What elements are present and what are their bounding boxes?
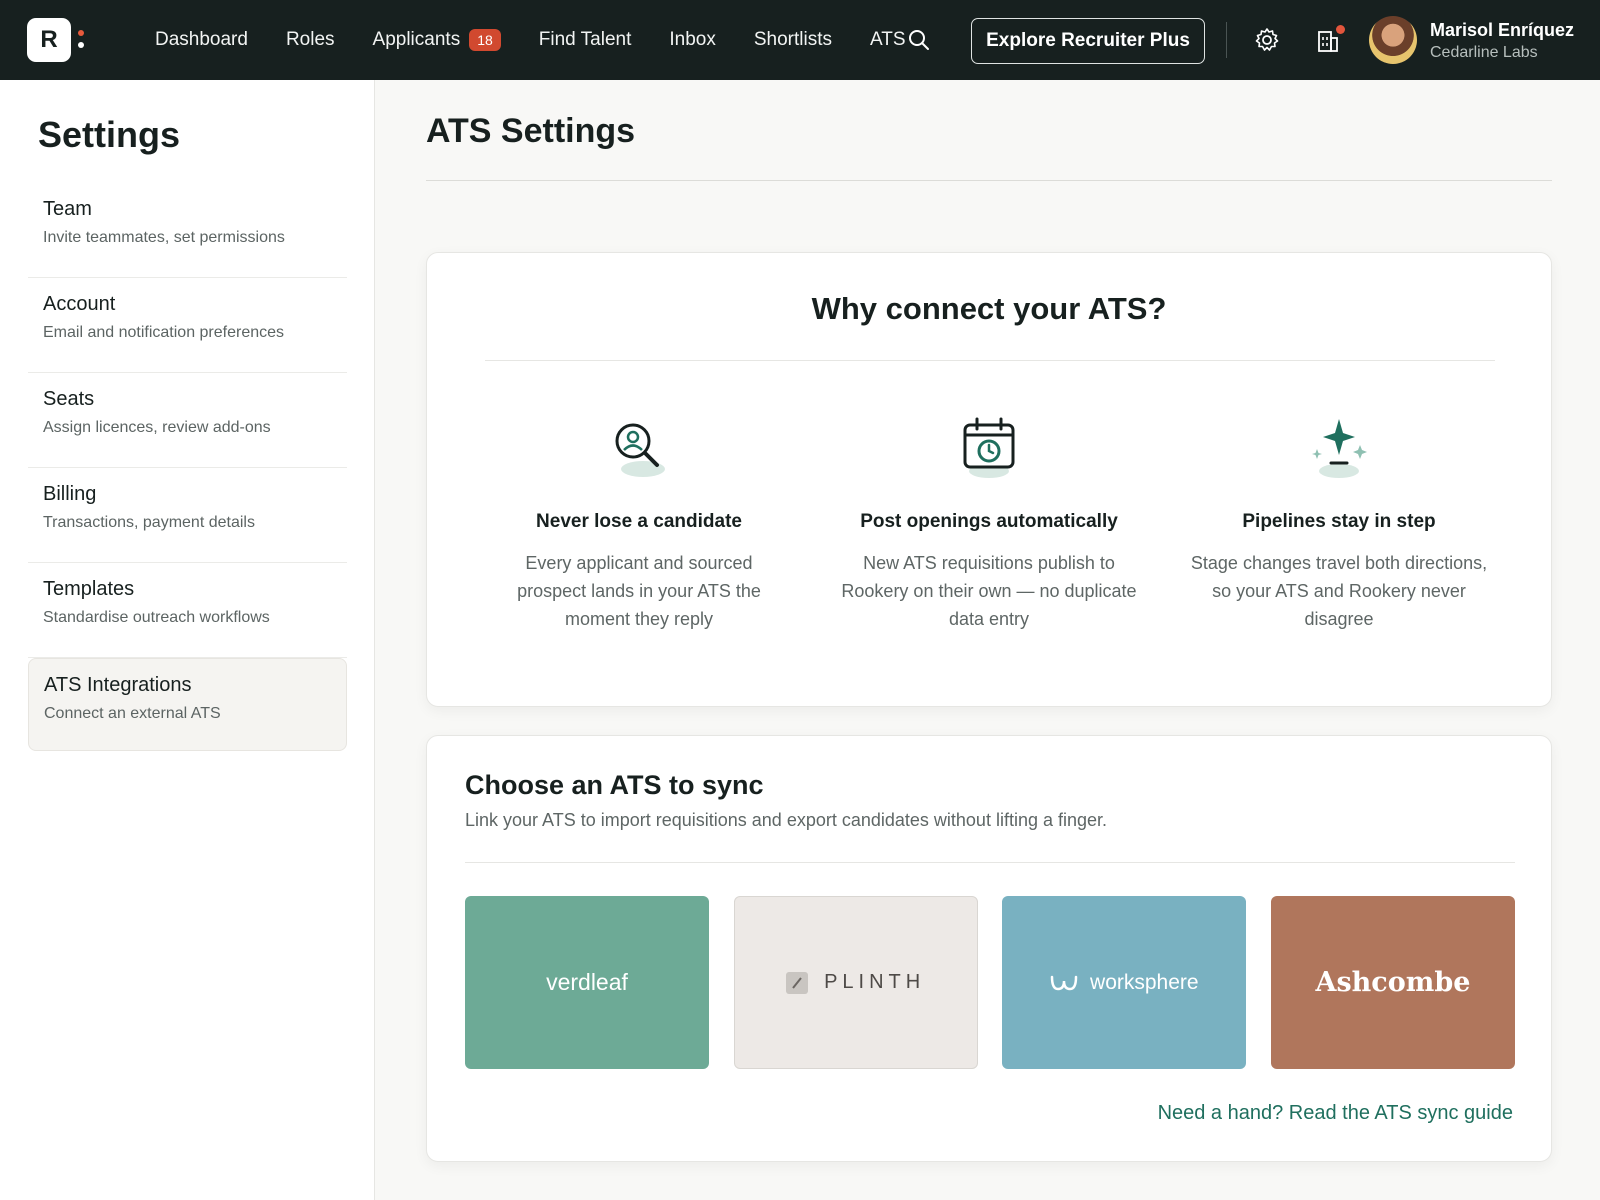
feature-title: Post openings automatically [860, 511, 1118, 532]
nav-ats-label: ATS [870, 29, 906, 50]
user-org: Cedarline Labs [1430, 44, 1538, 61]
feature-title: Pipelines stay in step [1242, 511, 1436, 532]
choose-ats-card: Choose an ATS to sync Link your ATS to i… [426, 735, 1552, 1162]
title-divider [426, 180, 1552, 181]
sidebar-item-billing[interactable]: Billing Transactions, payment details [28, 468, 347, 563]
feature-never-lose: Never lose a candidate Every applicant a… [489, 413, 789, 633]
ats-tile-ashcombe[interactable]: Ashcombe [1270, 896, 1515, 1069]
notification-dot [1336, 25, 1345, 34]
ats-tile-label: Ashcombe [1315, 967, 1471, 998]
settings-sidebar: Settings Team Invite teammates, set perm… [0, 80, 375, 1200]
sidebar-item-description: Transactions, payment details [43, 514, 255, 531]
gear-icon[interactable] [1254, 27, 1280, 53]
nav-roles[interactable]: Roles [286, 29, 335, 51]
ats-sync-guide-link[interactable]: Need a hand? Read the ATS sync guide [1158, 1102, 1513, 1125]
nav-applicants[interactable]: Applicants 18 [373, 29, 501, 51]
why-divider [485, 360, 1495, 361]
ats-tile-label: verdleaf [546, 969, 628, 995]
choose-ats-subtitle: Link your ATS to import requisitions and… [465, 810, 1108, 830]
sidebar-item-label: ATS Integrations [44, 674, 192, 696]
ats-tile-plinth[interactable]: PLINTH [733, 896, 978, 1069]
nav-dashboard[interactable]: Dashboard [155, 29, 248, 51]
choose-divider [465, 862, 1515, 863]
avatar[interactable] [1369, 16, 1417, 64]
sidebar-item-label: Billing [43, 483, 97, 505]
feature-description: Stage changes travel both directions, so… [1190, 553, 1488, 629]
top-nav: R Dashboard Roles Applicants 18 Find Tal… [0, 0, 1600, 80]
feature-description: New ATS requisitions publish to Rookery … [841, 553, 1137, 629]
nav-divider [1226, 22, 1227, 58]
app-logo[interactable]: R [27, 18, 71, 62]
nav-applicants-label: Applicants [372, 29, 461, 50]
ats-tile-label: PLINTH [824, 971, 926, 993]
sidebar-item-description: Assign licences, review add-ons [43, 419, 271, 436]
sidebar-item-description: Email and notification preferences [43, 324, 285, 341]
ats-tile-label: worksphere [1090, 970, 1199, 994]
sidebar-item-label: Seats [43, 388, 95, 410]
ats-tile-worksphere[interactable]: worksphere [1002, 896, 1247, 1069]
sidebar-item-templates[interactable]: Templates Standardise outreach workflows [28, 563, 347, 658]
feature-post-openings: Post openings automatically New ATS requ… [839, 413, 1139, 633]
sidebar-item-description: Connect an external ATS [44, 705, 221, 722]
calendar-clock-icon [963, 417, 1015, 478]
primary-nav: Dashboard Roles Applicants 18 Find Talen… [155, 0, 968, 80]
sidebar-item-description: Standardise outreach workflows [43, 609, 270, 626]
sidebar-item-label: Team [43, 198, 92, 220]
ats-tile-verdleaf[interactable]: verdleaf [465, 896, 709, 1069]
user-name: Marisol Enríquez [1430, 20, 1575, 40]
sidebar-title: Settings [38, 114, 181, 155]
settings-menu: Team Invite teammates, set permissions A… [28, 183, 347, 751]
nav-find-talent[interactable]: Find Talent [539, 29, 632, 51]
feature-pipelines: Pipelines stay in step Stage changes tra… [1189, 413, 1489, 633]
nav-shortlists[interactable]: Shortlists [754, 29, 832, 51]
sidebar-item-team[interactable]: Team Invite teammates, set permissions [28, 183, 347, 278]
sidebar-item-label: Templates [43, 578, 135, 600]
nav-inbox[interactable]: Inbox [669, 29, 715, 51]
sidebar-item-seats[interactable]: Seats Assign licences, review add-ons [28, 373, 347, 468]
sidebar-item-label: Account [43, 293, 116, 315]
choose-ats-title: Choose an ATS to sync [465, 770, 764, 800]
feature-title: Never lose a candidate [536, 511, 742, 532]
worksphere-logo-icon [1050, 975, 1078, 990]
page-title: ATS Settings [426, 112, 636, 150]
applicants-count-badge: 18 [469, 29, 501, 51]
sidebar-item-description: Invite teammates, set permissions [43, 229, 285, 246]
why-connect-card: Why connect your ATS? Never lose a candi… [426, 252, 1552, 707]
plinth-logo-icon [786, 971, 809, 994]
nav-ats[interactable]: ATS [870, 29, 930, 51]
feature-description: Every applicant and sourced prospect lan… [517, 553, 761, 629]
ats-provider-list: verdleaf PLINTH worksphere Ashcombe [465, 896, 1515, 1069]
why-connect-title: Why connect your ATS? [811, 291, 1167, 326]
candidate-search-icon [615, 423, 665, 477]
sidebar-item-ats-integrations[interactable]: ATS Integrations Connect an external ATS [28, 658, 347, 751]
search-icon [908, 30, 929, 50]
sparkle-icon [1312, 419, 1367, 478]
sidebar-item-account[interactable]: Account Email and notification preferenc… [28, 278, 347, 373]
logo-dots-icon [78, 30, 84, 50]
explore-recruiter-plus-button[interactable]: Explore Recruiter Plus [971, 18, 1205, 64]
